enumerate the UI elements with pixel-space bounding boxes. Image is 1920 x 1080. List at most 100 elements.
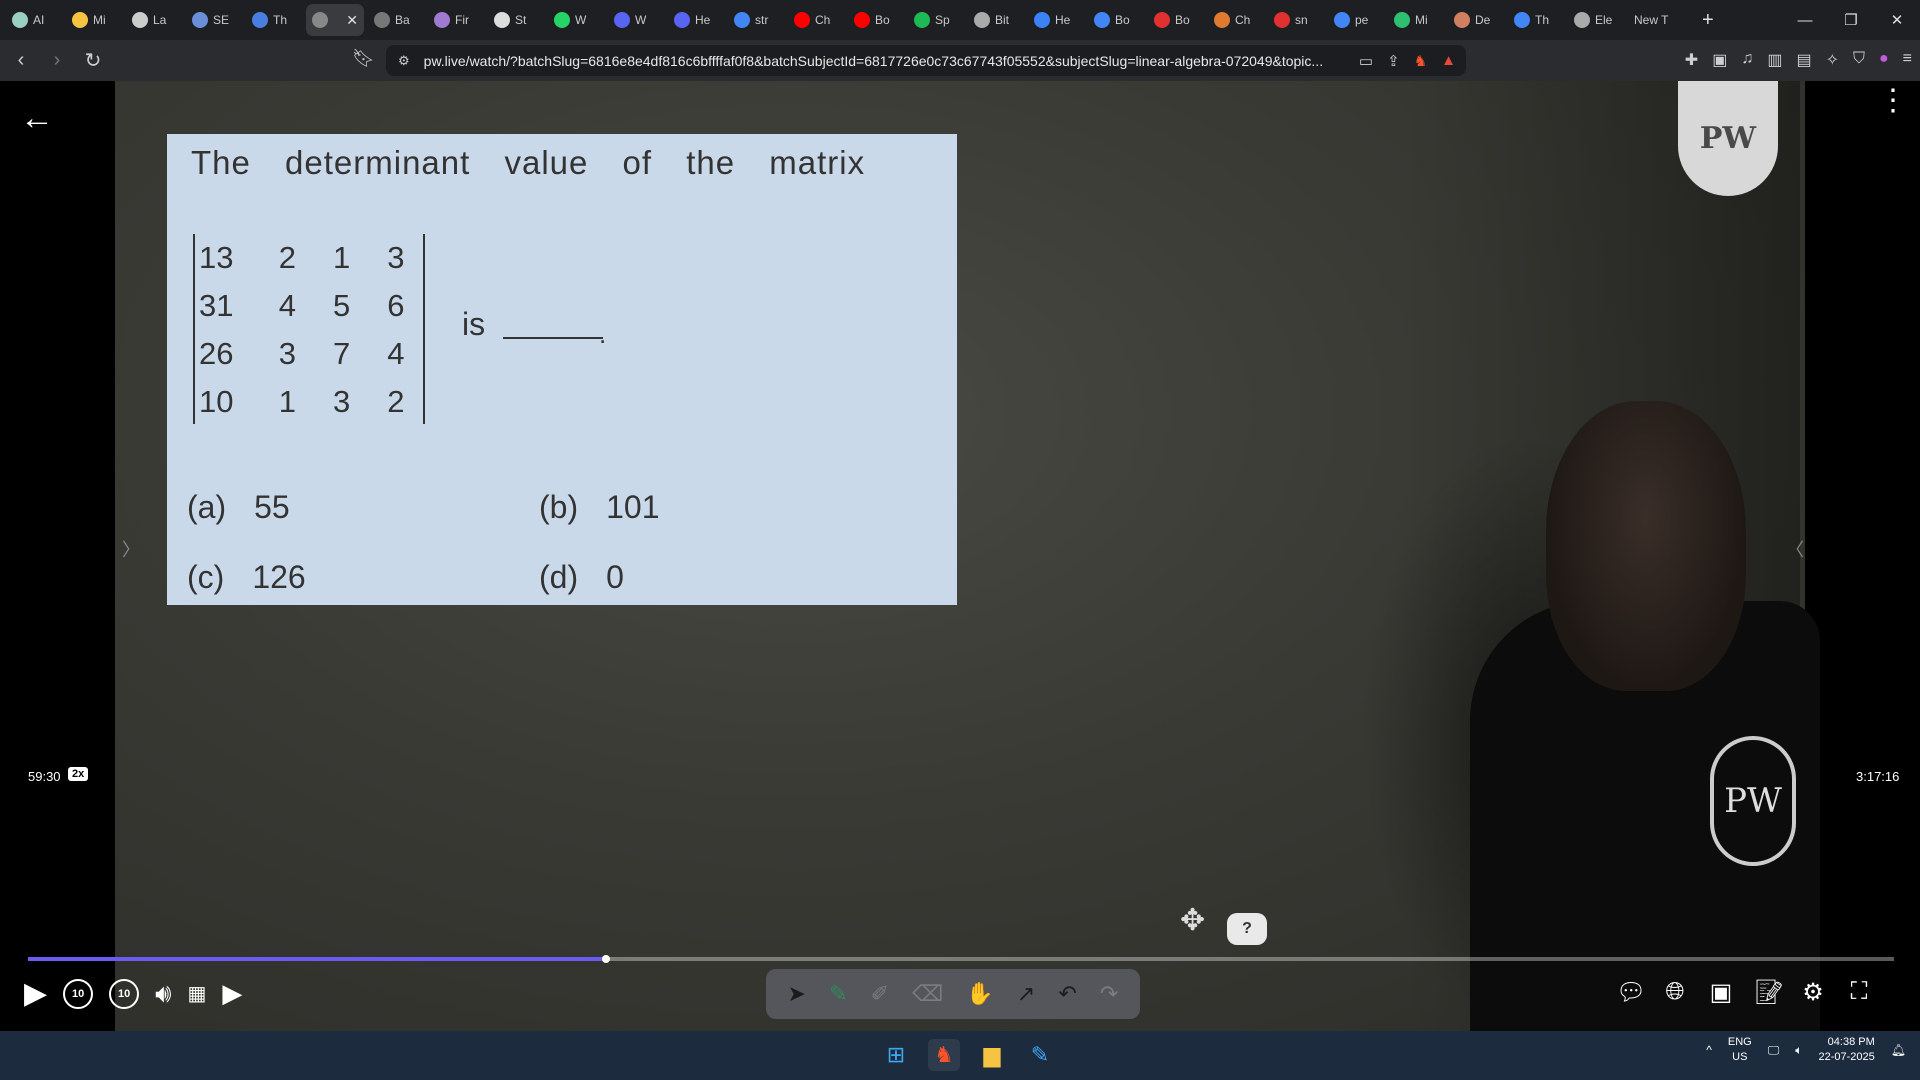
reload-button[interactable]: ↻ <box>78 46 108 76</box>
more-options-icon[interactable]: ⋮ <box>1878 86 1908 116</box>
progress-bar[interactable] <box>28 955 1894 963</box>
highlighter-tool-icon[interactable]: ✐ <box>871 981 889 1007</box>
matrix-cell: 31 <box>199 288 234 323</box>
help-button[interactable]: ? <box>1227 913 1267 945</box>
browser-tab[interactable]: He <box>668 4 724 36</box>
video-player[interactable]: The determinant value of the matrix 13 2 1… <box>0 81 1920 1031</box>
vpn-icon[interactable]: ⛉ <box>1853 50 1865 70</box>
windows-start-icon[interactable]: ⊞ <box>880 1039 912 1071</box>
browser-tab[interactable]: Th <box>1508 4 1564 36</box>
translate-icon[interactable]: 🌐︎ <box>1662 978 1688 1007</box>
tray-chevron-icon[interactable]: ^ <box>1706 1043 1712 1057</box>
language-indicator[interactable]: ENG US <box>1728 1035 1752 1065</box>
matrix-cell: 3 <box>332 384 351 419</box>
browser-tab[interactable]: sn <box>1268 4 1324 36</box>
menu-icon[interactable]: ≡ <box>1903 50 1912 70</box>
forward-10-button[interactable]: 10 <box>109 978 140 1009</box>
undo-icon[interactable]: ↶ <box>1058 981 1076 1007</box>
new-tab-label[interactable]: New T <box>1634 13 1684 27</box>
browser-tab[interactable]: ✕ <box>306 4 364 36</box>
chat-icon[interactable]: 💬︎ <box>1616 978 1646 1007</box>
brave-browser-icon[interactable]: ♞ <box>928 1039 960 1071</box>
media-icon[interactable]: ♫ <box>1741 50 1753 70</box>
rewind-10-button[interactable]: 10 <box>63 978 94 1009</box>
minimize-button[interactable]: — <box>1782 0 1828 40</box>
browser-tab[interactable]: W <box>548 4 604 36</box>
browser-tab[interactable]: La <box>126 4 182 36</box>
browser-tab[interactable]: De <box>1448 4 1504 36</box>
pointer-tool-icon[interactable]: ➤ <box>788 981 806 1007</box>
share-icon[interactable]: ⇪ <box>1387 52 1400 70</box>
browser-tab[interactable]: Ch <box>788 4 844 36</box>
hand-tool-icon[interactable]: ✋ <box>966 981 993 1007</box>
speaker-icon[interactable]: 🔈︎ <box>1795 1043 1802 1058</box>
browser-tab[interactable]: Mi <box>66 4 122 36</box>
restore-button[interactable]: ❐ <box>1828 0 1874 40</box>
browser-tab[interactable]: W <box>608 4 664 36</box>
browser-tab[interactable]: SE <box>186 4 242 36</box>
sidebar-icon[interactable]: ▥ <box>1767 50 1782 70</box>
file-explorer-icon[interactable]: ▆ <box>976 1039 1008 1071</box>
browser-tab[interactable]: Ch <box>1208 4 1264 36</box>
pen-tool-icon[interactable]: ✎ <box>829 981 847 1007</box>
browser-tab[interactable]: Bo <box>1088 4 1144 36</box>
extensions-icon[interactable]: ✚ <box>1685 50 1698 70</box>
url-text[interactable]: pw.live/watch/?batchSlug=6816e8e4df816c6… <box>424 53 1324 69</box>
browser-tab[interactable]: Ele <box>1568 4 1624 36</box>
right-panel-arrow-icon[interactable]: 〈 <box>1786 536 1804 562</box>
close-window-button[interactable]: ✕ <box>1874 0 1920 40</box>
eraser-tool-icon[interactable]: ⌫ <box>912 981 943 1007</box>
screenshot-icon[interactable]: ▣ <box>1712 50 1727 70</box>
browser-tab[interactable]: Sp <box>908 4 964 36</box>
tab-label: Th <box>273 13 288 27</box>
browser-tab[interactable]: AI <box>6 4 62 36</box>
youtube-icon <box>854 12 870 28</box>
browser-tab[interactable]: Bo <box>848 4 904 36</box>
cast-icon[interactable]: ▭ <box>1359 52 1373 70</box>
system-clock[interactable]: 04:38 PM 22-07-2025 <box>1818 1035 1874 1065</box>
browser-tab[interactable]: St <box>488 4 544 36</box>
browser-tab[interactable]: pe <box>1328 4 1384 36</box>
back-nav-button[interactable]: ‹ <box>6 46 36 76</box>
profile-icon[interactable]: ● <box>1879 50 1889 70</box>
pen-app-icon[interactable]: ✎ <box>1024 1039 1056 1071</box>
settings-icon[interactable]: ⚙ <box>1800 978 1826 1007</box>
next-icon[interactable]: ▶ <box>222 978 242 1009</box>
network-icon[interactable]: 🖵︎ <box>1768 1043 1780 1058</box>
browser-tab[interactable]: Bo <box>1148 4 1204 36</box>
redo-icon[interactable]: ↷ <box>1100 981 1118 1007</box>
browser-tab[interactable]: Th <box>246 4 302 36</box>
brave-rewards-icon[interactable]: ▲ <box>1441 52 1456 70</box>
chat-icon <box>12 12 28 28</box>
site-settings-icon[interactable]: ⚙ <box>398 53 410 69</box>
notes-icon[interactable]: 📝︎ <box>1754 978 1784 1007</box>
forward-nav-button[interactable]: › <box>42 46 72 76</box>
bookmark-icon[interactable]: 🔖︎ <box>352 48 375 69</box>
browser-tab[interactable]: Ba <box>368 4 424 36</box>
volume-icon[interactable]: 🔊︎ <box>155 978 171 1010</box>
browser-tab[interactable]: Fir <box>428 4 484 36</box>
browser-tab[interactable]: He <box>1028 4 1084 36</box>
chapter-icon[interactable]: ▦ <box>187 981 206 1006</box>
address-bar[interactable]: ⚙ pw.live/watch/?batchSlug=6816e8e4df816… <box>386 45 1466 76</box>
browser-tab[interactable]: str <box>728 4 784 36</box>
new-tab-button[interactable]: + <box>1702 9 1714 32</box>
browser-tab[interactable]: Bit <box>968 4 1024 36</box>
left-panel-arrow-icon[interactable]: 〉 <box>122 536 140 562</box>
back-arrow-icon[interactable]: ← <box>20 99 54 138</box>
playback-speed-badge[interactable]: 2x <box>68 767 89 781</box>
fullscreen-icon[interactable]: ⛶ <box>1846 978 1872 1007</box>
arrow-tool-icon[interactable]: ↗ <box>1017 981 1035 1007</box>
move-icon[interactable]: ✥ <box>1180 903 1205 938</box>
browser-tab[interactable]: Mi <box>1388 4 1444 36</box>
close-tab-icon[interactable]: ✕ <box>346 12 358 29</box>
matrix-cell: 1 <box>332 240 351 275</box>
matrix-cell: 4 <box>278 288 296 323</box>
notification-bell-icon[interactable]: 🔔︎ <box>1891 1043 1906 1057</box>
pip-icon[interactable]: ▣ <box>1708 978 1734 1007</box>
play-button[interactable]: ▶ <box>24 976 47 1011</box>
brave-shields-icon[interactable]: ♞ <box>1414 52 1427 70</box>
question-title: The determinant value of the matrix <box>191 144 866 181</box>
leo-ai-icon[interactable]: ✧ <box>1826 50 1839 70</box>
wallet-icon[interactable]: ▤ <box>1796 50 1811 70</box>
